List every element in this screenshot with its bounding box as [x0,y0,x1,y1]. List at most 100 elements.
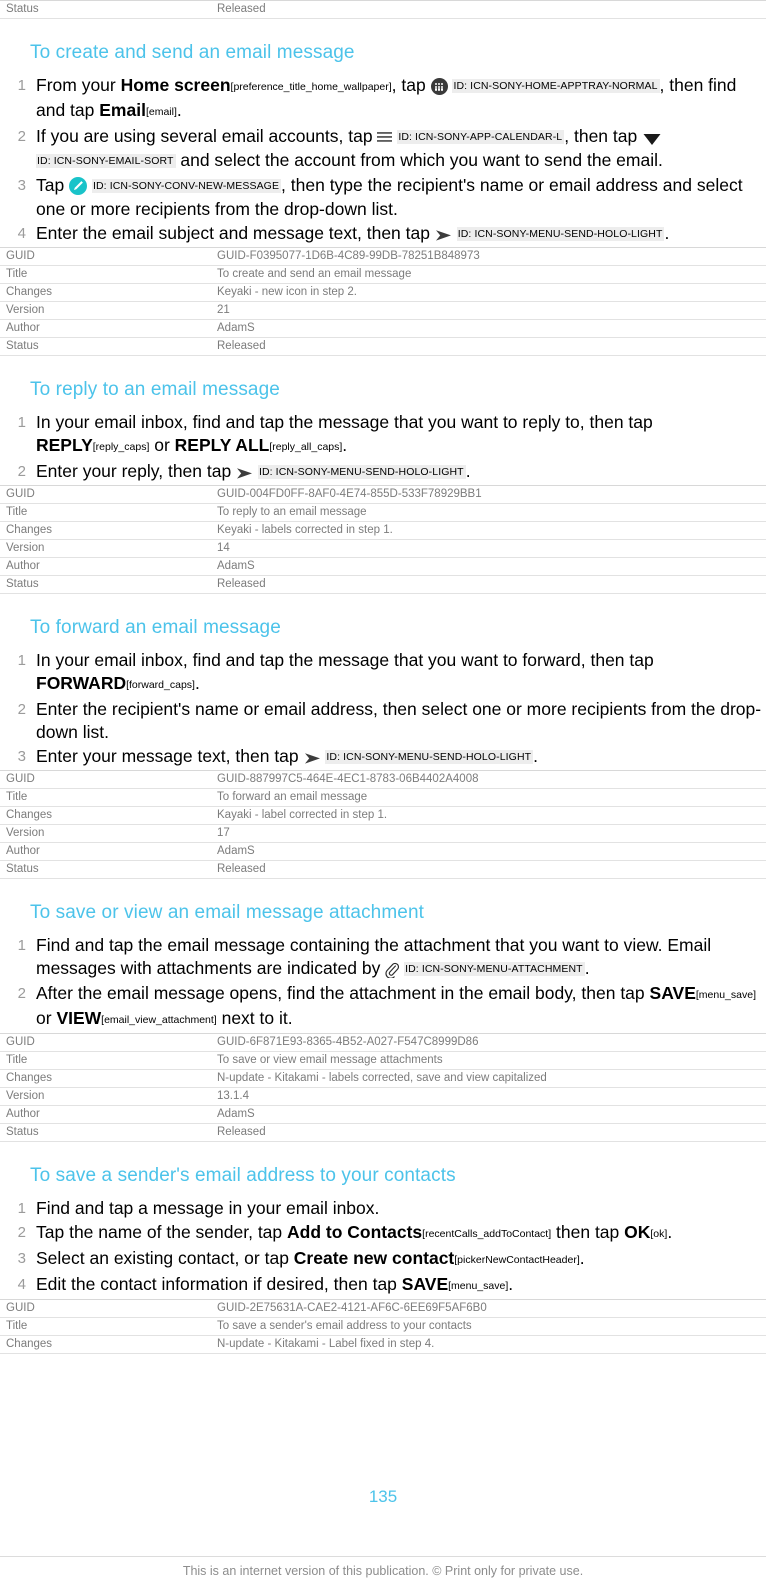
footer-note: This is an internet version of this publ… [182,1564,584,1578]
manual-page: Status Released To create and send an em… [0,0,766,1590]
meta-key: Changes [0,1335,211,1354]
meta-value: N-update - Kitakami - Label fixed in ste… [211,1335,766,1354]
meta-value: Released [211,860,766,879]
step-text: Enter the email subject and message text… [36,223,435,243]
icon-id-tag: ID: ICN-SONY-MENU-SEND-HOLO-LIGHT [456,227,665,241]
string-token: [forward_caps] [126,679,195,691]
table-row: Title To save a sender's email address to… [0,1317,766,1336]
meta-value: To create and send an email message [211,265,766,284]
step-text: . [667,1222,673,1242]
step-text: and select the account from which you wa… [175,150,663,170]
step-number: 3 [17,1250,26,1267]
table-row: Version 14 [0,539,766,558]
table-row: Changes N-update - Kitakami - labels corr… [0,1069,766,1088]
step-list: 1 In your email inbox, find and tap the m… [0,649,766,769]
step-text: or [149,435,175,455]
section-heading-wrap: To create and send an email message [0,19,766,74]
metadata-table: GUID GUID-2E75631A-CAE2-4121-AF6C-6EE69F5… [0,1299,766,1354]
meta-key: GUID [0,1033,211,1052]
meta-value: AdamS [211,319,766,338]
step-text: . [664,223,670,243]
meta-key: GUID [0,770,211,789]
list-item: 1 Find and tap a message in your email in… [0,1197,766,1220]
meta-value: To save or view email message attachment… [211,1051,766,1070]
step-number: 1 [17,77,26,94]
meta-key: Title [0,1317,211,1336]
string-token: [pickerNewContactHeader] [454,1254,580,1266]
meta-value: GUID-F0395077-1D6B-4C89-99DB-78251B84897… [211,247,766,266]
list-item: 3 Enter your message text, then tap ID: I… [0,745,766,769]
meta-key: Version [0,1087,211,1106]
step-number: 3 [17,748,26,765]
meta-value: GUID-2E75631A-CAE2-4121-AF6C-6EE69F5AF6B… [211,1299,766,1318]
meta-value: To reply to an email message [211,503,766,522]
step-number: 4 [17,1276,26,1293]
step-text: Find and tap the email message containin… [36,935,712,978]
page-number: 135 [368,1487,398,1506]
meta-value: To forward an email message [211,788,766,807]
list-item: 2 After the email message opens, find the… [0,982,766,1032]
meta-value: Keyaki - labels corrected in step 1. [211,521,766,540]
step-number: 1 [17,1200,26,1217]
ui-label: Add to Contacts [287,1222,423,1242]
hamburger-menu-icon [377,131,393,143]
step-text: From your [36,75,121,95]
meta-key: Changes [0,806,211,825]
icon-id-tag: ID: ICN-SONY-EMAIL-SORT [36,154,176,168]
meta-key: Changes [0,1069,211,1088]
meta-key: Status [0,860,211,879]
ui-label: REPLY ALL [174,435,270,455]
step-number: 1 [17,414,26,431]
meta-key: Version [0,824,211,843]
table-row: GUID GUID-6F871E93-8365-4B52-A027-F547C89… [0,1033,766,1052]
table-row: Changes N-update - Kitakami - Label fixed… [0,1335,766,1354]
table-row: Title To forward an email message [0,788,766,807]
icon-id-tag: ID: ICN-SONY-MENU-ATTACHMENT [404,962,585,976]
send-arrow-icon [236,466,253,481]
meta-value: AdamS [211,557,766,576]
meta-value: GUID-004FD0FF-8AF0-4E74-855D-533F78929BB… [211,485,766,504]
metadata-table: GUID GUID-004FD0FF-8AF0-4E74-855D-533F789… [0,485,766,594]
meta-value: 14 [211,539,766,558]
string-token: [email] [145,106,177,118]
step-text: Tap the name of the sender, tap [36,1222,288,1242]
step-number: 1 [17,937,26,954]
meta-key: Status [0,575,211,594]
sections-container: To create and send an email message 1 From… [0,19,766,1354]
table-row: GUID GUID-887997C5-464E-4EC1-8783-06B4402… [0,770,766,789]
meta-key: Title [0,788,211,807]
meta-value: GUID-887997C5-464E-4EC1-8783-06B4402A400… [211,770,766,789]
metadata-table: GUID GUID-F0395077-1D6B-4C89-99DB-78251B8… [0,247,766,356]
table-row: Status Released [0,0,766,19]
meta-key: Title [0,265,211,284]
section-heading-wrap: To reply to an email message [0,356,766,411]
string-token: [menu_save] [695,989,756,1001]
procedure-section: To reply to an email message 1 In your ema… [0,356,766,594]
step-text: Enter the recipient's name or email addr… [36,699,762,742]
ui-label: FORWARD [36,673,127,693]
table-row: Status Released [0,337,766,356]
meta-value: AdamS [211,842,766,861]
table-row: Version 17 [0,824,766,843]
list-item: 2 Enter the recipient's name or email add… [0,698,766,744]
step-list: 1 From your Home screen[preference_title_… [0,74,766,246]
step-text: Select an existing contact, or tap [36,1248,294,1268]
meta-key: Status [0,1123,211,1142]
string-token: [reply_all_caps] [269,441,343,453]
list-item: 1 From your Home screen[preference_title_… [0,74,766,124]
caret-down-icon [642,131,662,147]
section-heading: To create and send an email message [30,42,355,63]
table-row: Version 21 [0,301,766,320]
list-item: 2 Enter your reply, then tap ID: ICN-SONY… [0,460,766,484]
step-text: . [194,673,200,693]
meta-key: GUID [0,1299,211,1318]
meta-value: GUID-6F871E93-8365-4B52-A027-F547C8999D8… [211,1033,766,1052]
footer-divider [0,1556,766,1557]
meta-key: Changes [0,283,211,302]
step-text: In your email inbox, find and tap the me… [36,650,654,670]
string-token: [menu_save] [448,1280,509,1292]
icon-id-tag: ID: ICN-SONY-CONV-NEW-MESSAGE [91,179,282,193]
icon-id-tag: ID: ICN-SONY-HOME-APPTRAY-NORMAL [452,79,660,93]
step-text: Tap [36,175,70,195]
step-text: , tap [391,75,431,95]
